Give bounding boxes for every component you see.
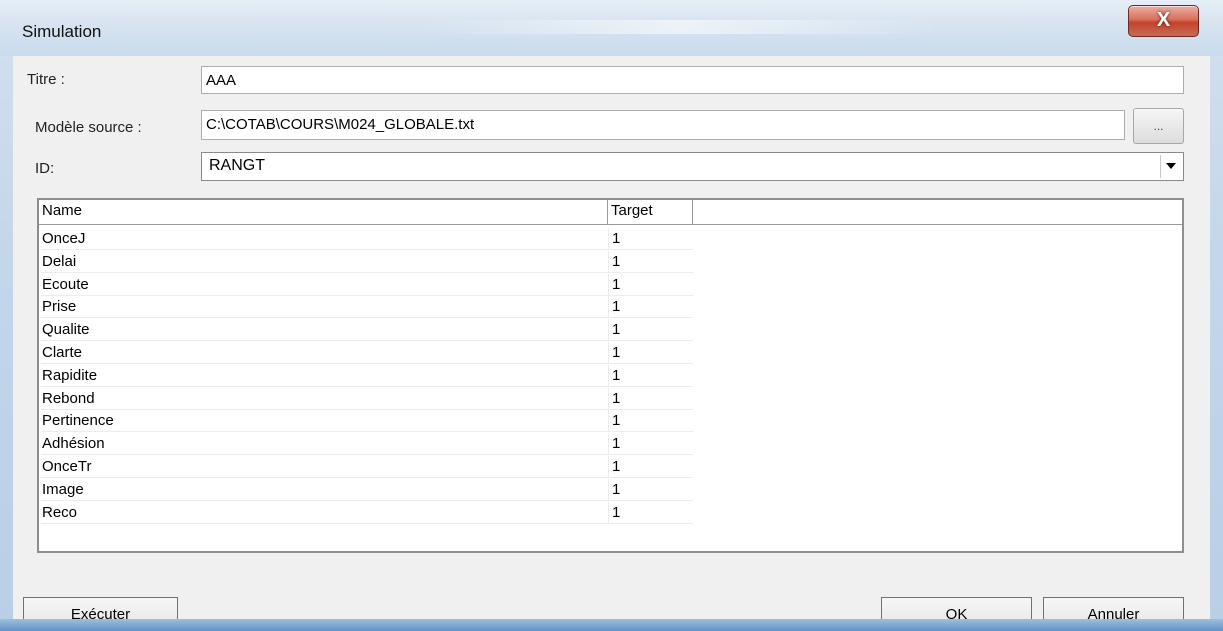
table-row[interactable]: Reco 1	[39, 501, 693, 525]
column-header-name[interactable]: Name	[39, 200, 608, 225]
row-target-cell[interactable]: 1	[608, 364, 693, 387]
browse-button[interactable]: ...	[1133, 108, 1184, 144]
table-row[interactable]: Clarte 1	[39, 341, 693, 365]
close-button[interactable]: X	[1128, 5, 1199, 37]
column-header-filler	[693, 200, 1182, 225]
table-row[interactable]: Adhésion 1	[39, 433, 693, 456]
table-row[interactable]: Image 1	[39, 478, 693, 502]
table-row[interactable]: Pertinence 1	[39, 410, 693, 433]
modele-source-value: C:\COTAB\COURS\M024_GLOBALE.txt	[206, 116, 475, 133]
variables-list[interactable]: Name Target OnceJ 1 Delai 1 Ecoute 1 Prise 1 Qua…	[37, 198, 1184, 553]
row-name-cell: Qualite	[41, 319, 608, 342]
id-label: ID:	[35, 160, 55, 177]
id-dropdown-value: RANGT	[209, 157, 265, 174]
table-row[interactable]: Rapidite 1	[39, 364, 693, 388]
row-name-cell: OnceTr	[41, 456, 608, 478]
row-name-cell: Pertinence	[41, 410, 608, 433]
row-name-cell: Adhésion	[41, 433, 608, 456]
modele-source-label: Modèle source :	[35, 119, 142, 136]
row-name-cell: Clarte	[41, 342, 608, 364]
chevron-down-icon	[1166, 163, 1176, 169]
table-row[interactable]: Delai 1	[39, 250, 693, 274]
row-name-cell: Rebond	[41, 388, 608, 410]
row-name-cell: OnceJ	[41, 228, 608, 250]
table-row[interactable]: OnceJ 1	[39, 228, 693, 251]
dialog-client-area: Titre : AAA Modèle source : C:\COTAB\COU…	[13, 56, 1210, 631]
table-row[interactable]: OnceTr 1	[39, 455, 693, 479]
row-target-cell[interactable]: 1	[608, 501, 693, 524]
row-name-cell: Prise	[41, 296, 608, 319]
row-name-cell: Image	[41, 479, 608, 501]
titre-input-value: AAA	[206, 72, 237, 89]
simulation-window: Simulation X Titre : AAA Modèle source :…	[0, 0, 1223, 631]
row-target-cell[interactable]: 1	[608, 228, 693, 250]
column-header-target[interactable]: Target	[608, 200, 693, 225]
title-bar-highlight	[420, 20, 940, 34]
titre-input[interactable]: AAA	[201, 66, 1184, 94]
list-rows: OnceJ 1 Delai 1 Ecoute 1 Prise 1 Qualite 1 Clarte 1…	[39, 228, 693, 524]
row-target-cell[interactable]: 1	[608, 433, 693, 456]
table-row[interactable]: Ecoute 1	[39, 273, 693, 297]
row-target-cell[interactable]: 1	[608, 319, 693, 342]
ellipsis-icon: ...	[1153, 119, 1164, 133]
title-bar[interactable]: Simulation X	[0, 0, 1223, 56]
row-target-cell[interactable]: 1	[608, 296, 693, 319]
row-target-cell[interactable]: 1	[608, 387, 693, 410]
row-target-cell[interactable]: 1	[608, 455, 693, 478]
row-target-cell[interactable]: 1	[608, 410, 693, 433]
row-target-cell[interactable]: 1	[608, 250, 693, 273]
titre-label: Titre :	[27, 71, 65, 88]
row-name-cell: Ecoute	[41, 274, 608, 296]
table-row[interactable]: Rebond 1	[39, 387, 693, 411]
row-target-cell[interactable]: 1	[608, 341, 693, 364]
row-target-cell[interactable]: 1	[608, 478, 693, 501]
window-bottom-edge	[0, 619, 1223, 631]
window-title: Simulation	[22, 22, 102, 41]
close-icon: X	[1156, 9, 1171, 31]
row-name-cell: Reco	[41, 502, 608, 524]
modele-source-input[interactable]: C:\COTAB\COURS\M024_GLOBALE.txt	[201, 110, 1125, 140]
row-name-cell: Delai	[41, 251, 608, 273]
row-name-cell: Rapidite	[41, 365, 608, 387]
id-dropdown[interactable]: RANGT	[201, 152, 1184, 181]
table-row[interactable]: Qualite 1	[39, 319, 693, 342]
table-row[interactable]: Prise 1	[39, 296, 693, 319]
row-target-cell[interactable]: 1	[608, 273, 693, 296]
dropdown-arrow-button[interactable]	[1160, 155, 1181, 178]
